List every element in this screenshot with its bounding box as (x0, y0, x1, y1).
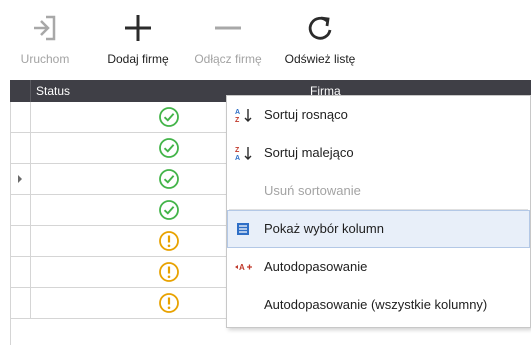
column-context-menu: A Z Sortuj rosnąco Z A Sortuj malejąco Usuń so… (226, 95, 531, 328)
status-cell[interactable] (32, 226, 238, 257)
sort-descending-icon: ZA (235, 147, 252, 161)
row-header[interactable] (10, 102, 31, 133)
current-row-arrow-icon (18, 175, 22, 183)
status-warning-icon (159, 293, 179, 313)
status-cell[interactable] (32, 257, 238, 288)
toolbar: Uruchom Dodaj firmę Odłącz firmę Odśwież… (0, 0, 531, 78)
status-ok-check-icon (159, 200, 179, 220)
plus-icon (125, 15, 151, 41)
column-chooser-icon (237, 223, 249, 235)
detach-company-button[interactable]: Odłącz firmę (186, 4, 270, 74)
menu-item-label: Usuń sortowanie (264, 183, 361, 198)
launch-label: Uruchom (20, 52, 70, 66)
minus-icon (215, 26, 241, 30)
menu-item-sortuj-malejaco[interactable]: Z A Sortuj malejąco (227, 134, 530, 172)
menu-item-label: Pokaż wybór kolumn (264, 221, 384, 236)
refresh-list-button[interactable]: Odśwież listę (278, 4, 362, 74)
menu-item-label: Autodopasowanie (wszystkie kolumny) (264, 297, 488, 312)
menu-item-autodopasowanie[interactable]: A Autodopasowanie (227, 248, 530, 286)
column-header-status[interactable]: Status (32, 80, 238, 102)
status-ok-check-icon (159, 107, 179, 127)
status-warning-icon (159, 231, 179, 251)
menu-item-autodopasowanie-wszystkie-kolumny[interactable]: Autodopasowanie (wszystkie kolumny) (227, 286, 530, 324)
launch-button[interactable]: Uruchom (14, 4, 76, 74)
row-header[interactable] (10, 164, 31, 195)
status-cell[interactable] (32, 164, 238, 195)
row-header[interactable] (10, 133, 31, 164)
row-header[interactable] (10, 288, 31, 319)
status-cell[interactable] (32, 133, 238, 164)
row-header[interactable] (10, 195, 31, 226)
menu-item-label: Sortuj malejąco (264, 145, 354, 160)
status-warning-icon (159, 262, 179, 282)
detach-company-label: Odłącz firmę (194, 52, 262, 66)
autofit-icon: A (235, 263, 252, 272)
refresh-list-label: Odśwież listę (284, 52, 356, 66)
status-ok-check-icon (159, 138, 179, 158)
status-ok-check-icon (159, 169, 179, 189)
refresh-icon (308, 16, 332, 40)
svg-text:A: A (235, 109, 240, 116)
status-cell[interactable] (32, 288, 238, 319)
add-company-button[interactable]: Dodaj firmę (96, 4, 180, 74)
menu-item-label: Autodopasowanie (264, 259, 368, 274)
menu-item-pokaz-wybor-kolumn[interactable]: Pokaż wybór kolumn (227, 210, 530, 248)
status-cell[interactable] (32, 195, 238, 226)
sort-ascending-icon: AZ (235, 109, 252, 123)
menu-item-usun-sortowanie[interactable]: Usuń sortowanie (227, 172, 530, 210)
svg-text:Z: Z (235, 147, 240, 154)
add-company-label: Dodaj firmę (107, 52, 169, 66)
svg-text:A: A (235, 155, 240, 161)
svg-text:Z: Z (235, 117, 240, 123)
status-cell[interactable] (32, 102, 238, 133)
menu-item-sortuj-rosnaco[interactable]: A Z Sortuj rosnąco (227, 96, 530, 134)
row-header[interactable] (10, 226, 31, 257)
menu-item-label: Sortuj rosnąco (264, 107, 348, 122)
svg-text:A: A (239, 263, 245, 272)
launch-icon (34, 15, 56, 41)
grid-corner[interactable] (10, 80, 31, 102)
row-header[interactable] (10, 257, 31, 288)
